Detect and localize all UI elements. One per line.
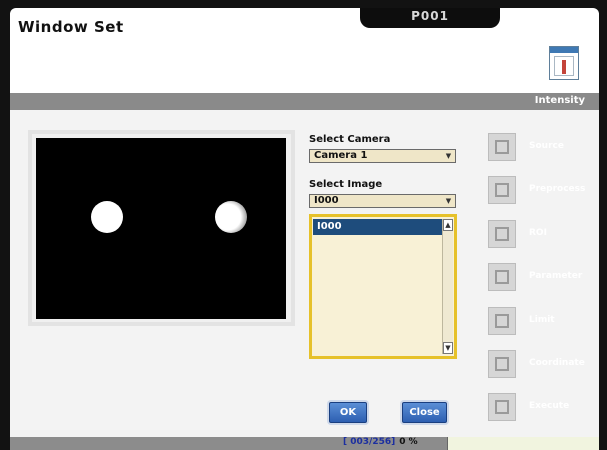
chevron-down-icon[interactable]: ▼ (444, 196, 453, 206)
limit-icon (488, 307, 516, 335)
window-header: Window Set P001 (10, 8, 599, 93)
image-select-value: I000 (314, 195, 339, 206)
status-bar: [ 003/256] 0 % (10, 437, 599, 450)
camera-select-value: Camera 1 (314, 150, 368, 161)
window-title: Window Set (18, 18, 124, 36)
section-label: Intensity (534, 95, 585, 106)
nav-label-roi: ROI (529, 228, 547, 238)
nav-item-preprocess[interactable]: Preprocess (488, 176, 599, 208)
nav-label-execute: Execute (529, 401, 570, 411)
image-select[interactable]: I000 ▼ (309, 194, 456, 208)
image-preview-frame (28, 130, 295, 326)
coordinate-icon (488, 350, 516, 378)
progress-percent: 0 % (399, 437, 418, 447)
status-counter: [ 003/256] 0 % (343, 437, 418, 447)
close-button[interactable]: Close (402, 402, 447, 423)
right-spot (215, 201, 247, 233)
camera-select[interactable]: Camera 1 ▼ (309, 149, 456, 163)
scroll-down-icon[interactable]: ▼ (443, 342, 453, 354)
nav-label-coordinate: Coordinate (529, 358, 585, 368)
chevron-down-icon[interactable]: ▼ (444, 151, 453, 161)
left-spot (91, 201, 123, 233)
nav-item-limit[interactable]: Limit (488, 307, 599, 339)
image-list[interactable]: I000 ▲ ▼ (309, 214, 457, 359)
camera-image (36, 138, 286, 319)
parameter-icon (488, 263, 516, 291)
program-label: P001 (411, 9, 449, 23)
section-bar: Intensity (10, 93, 599, 110)
program-tab: P001 (360, 8, 500, 28)
preprocess-icon (488, 176, 516, 204)
ok-button[interactable]: OK (329, 402, 367, 423)
nav-item-parameter[interactable]: Parameter (488, 263, 599, 295)
nav-item-source[interactable]: Source (488, 133, 599, 165)
status-message-box (447, 437, 599, 450)
nav-item-roi[interactable]: ROI (488, 220, 599, 252)
content-panel: Select Camera Camera 1 ▼ Select Image I0… (10, 110, 599, 437)
list-scrollbar[interactable]: ▲ ▼ (442, 219, 453, 354)
scroll-up-icon[interactable]: ▲ (443, 219, 453, 231)
select-camera-label: Select Camera (309, 134, 391, 145)
roi-icon (488, 220, 516, 248)
list-item[interactable]: I000 (313, 219, 443, 235)
nav-item-execute[interactable]: Execute (488, 393, 599, 425)
window-set-icon[interactable] (549, 46, 579, 80)
nav-label-preprocess: Preprocess (529, 184, 586, 194)
execute-icon (488, 393, 516, 421)
image-counter: [ 003/256] (343, 437, 396, 447)
nav-item-coordinate[interactable]: Coordinate (488, 350, 599, 382)
nav-label-limit: Limit (529, 315, 555, 325)
select-image-label: Select Image (309, 179, 383, 190)
nav-label-source: Source (529, 141, 564, 151)
nav-label-parameter: Parameter (529, 271, 583, 281)
source-icon (488, 133, 516, 161)
